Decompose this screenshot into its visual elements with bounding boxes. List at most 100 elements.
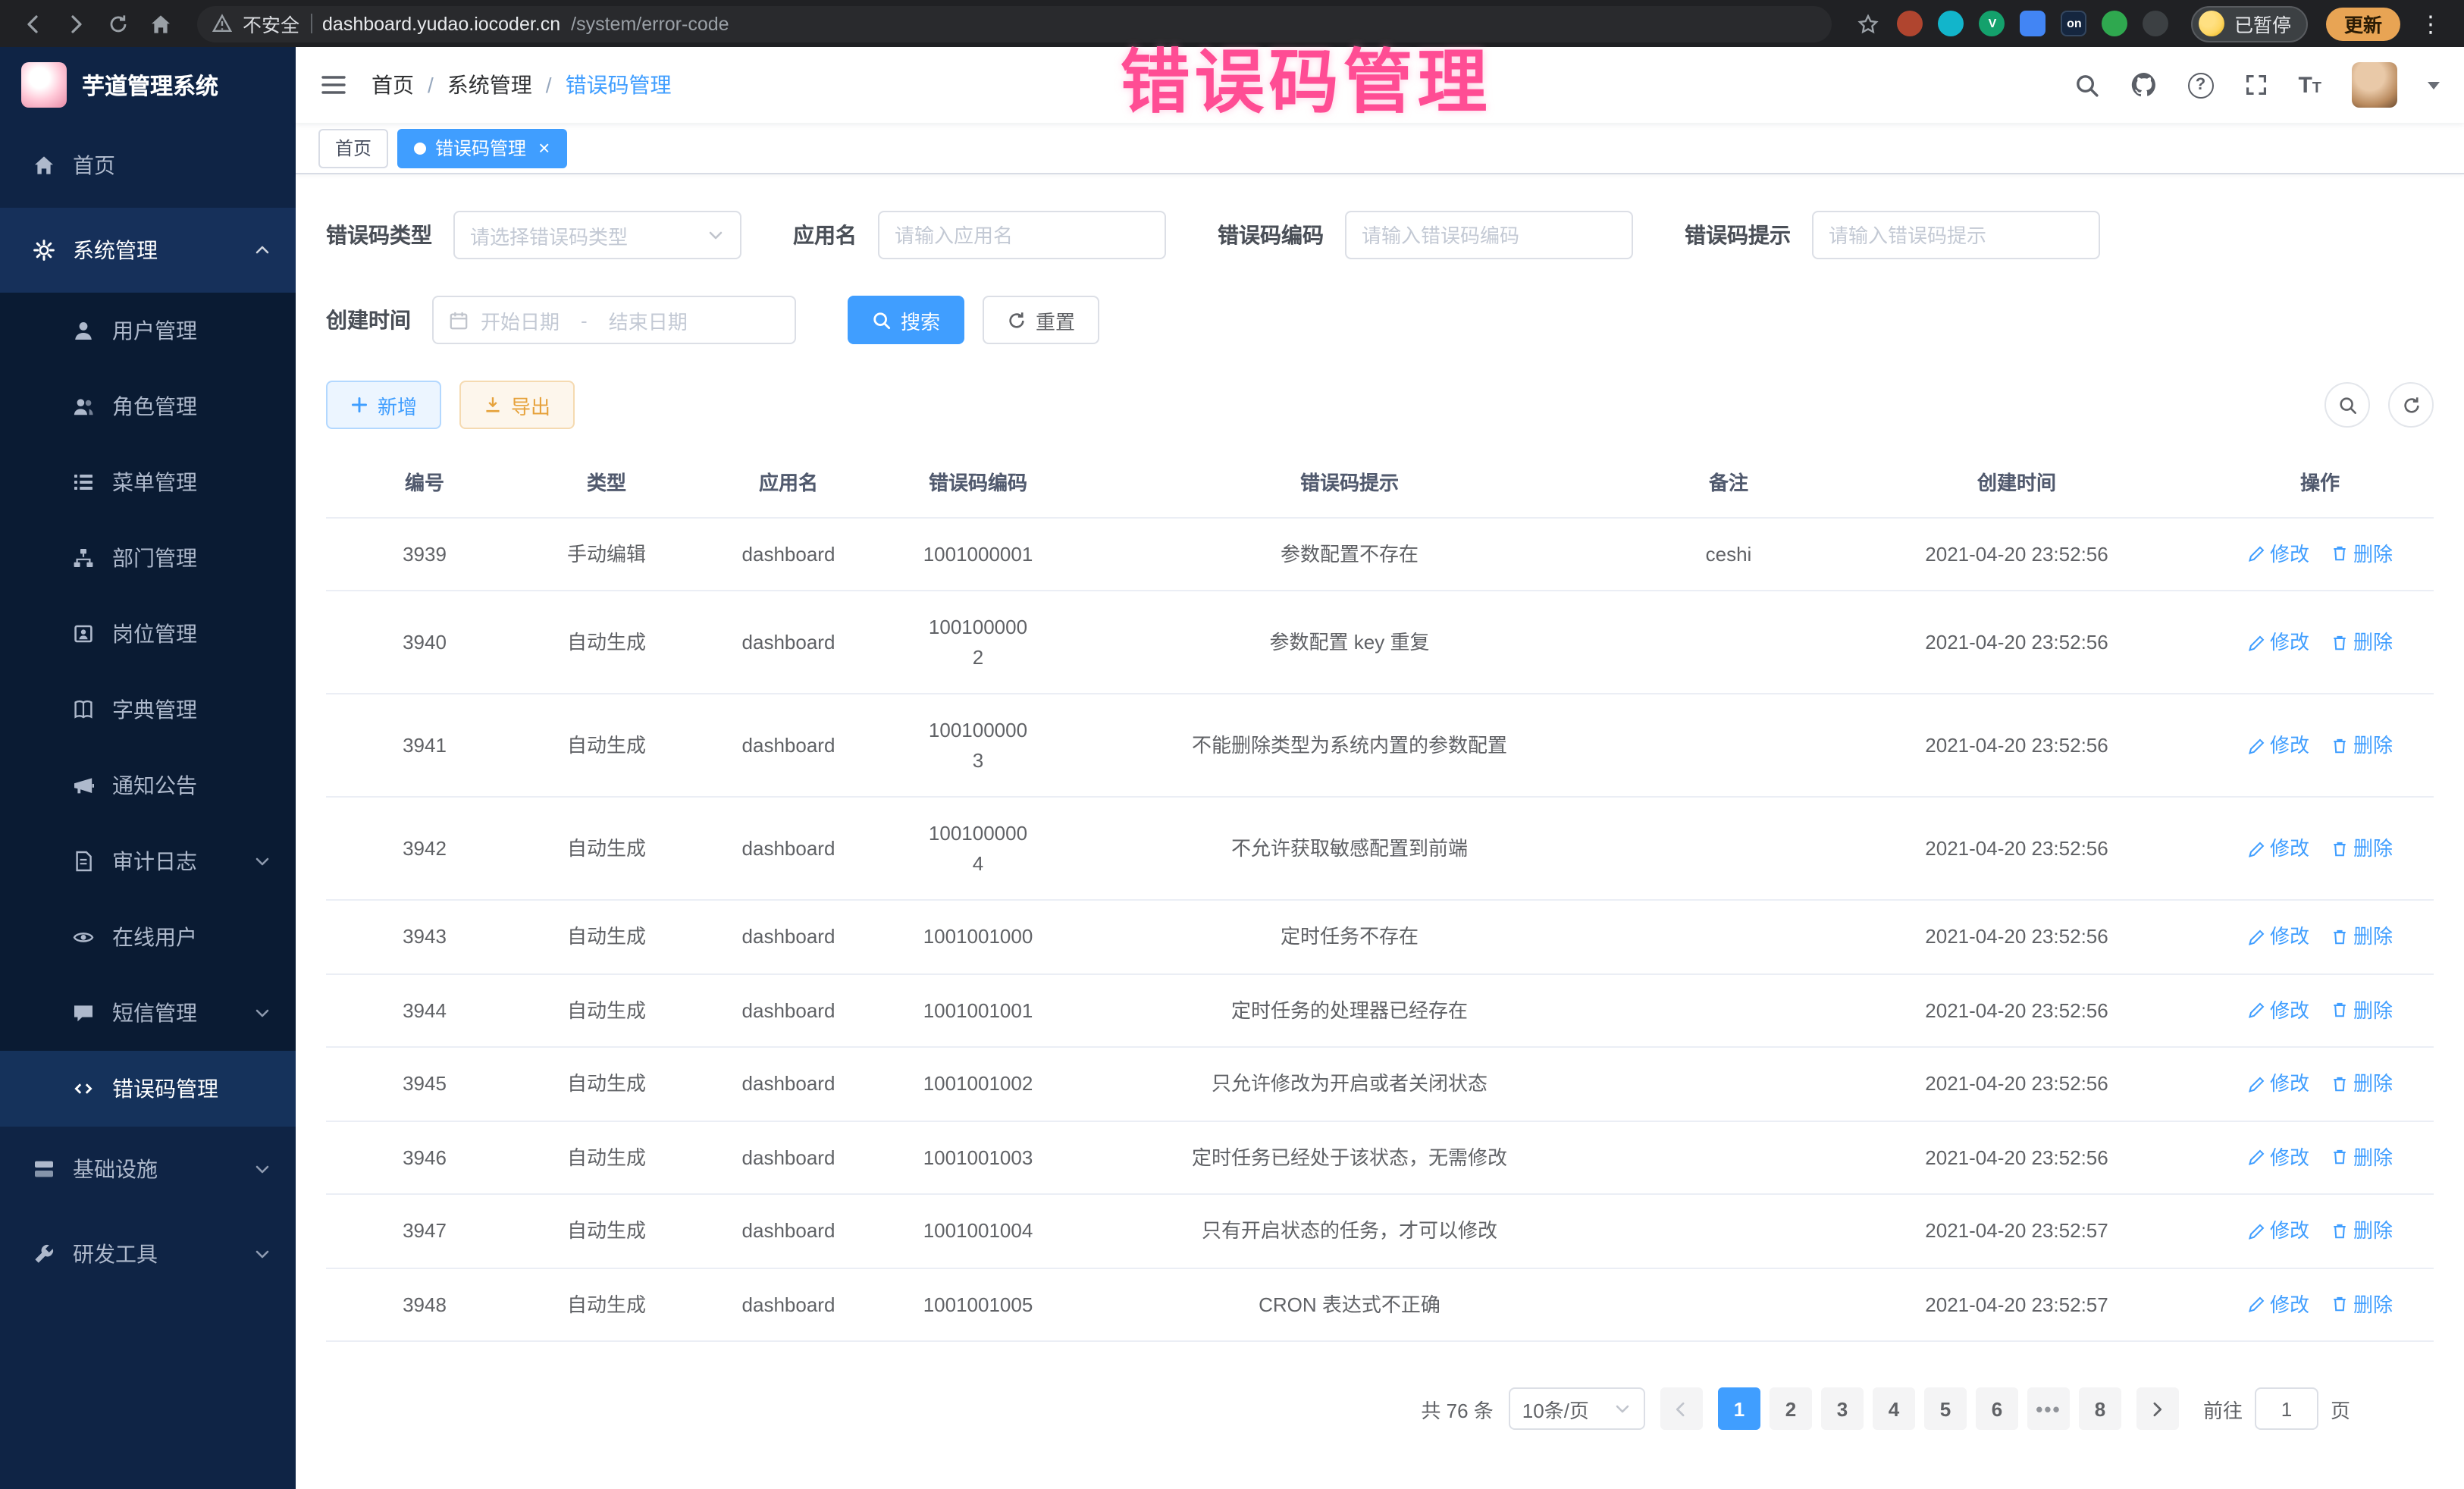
- breadcrumb-item[interactable]: 系统管理: [447, 70, 532, 100]
- sidebar-item-system[interactable]: 系统管理: [0, 208, 296, 293]
- delete-link[interactable]: 删除: [2331, 1216, 2393, 1246]
- refresh-icon[interactable]: [2388, 382, 2434, 428]
- edit-link[interactable]: 修改: [2247, 731, 2309, 760]
- extension-icon-5[interactable]: on: [2061, 11, 2087, 36]
- sidebar-item-errorcode[interactable]: 错误码管理: [0, 1051, 296, 1127]
- back-icon[interactable]: [15, 5, 52, 42]
- help-icon[interactable]: ?: [2187, 72, 2213, 98]
- sidebar-item-home[interactable]: 首页: [0, 123, 296, 208]
- pager-page[interactable]: 3: [1821, 1387, 1864, 1430]
- export-button[interactable]: 导出: [459, 381, 575, 429]
- browser-home-icon[interactable]: [143, 5, 179, 42]
- delete-link[interactable]: 删除: [2331, 995, 2393, 1025]
- delete-link[interactable]: 删除: [2331, 834, 2393, 864]
- github-icon[interactable]: [2130, 71, 2157, 99]
- error-type-select[interactable]: 请选择错误码类型: [453, 211, 741, 259]
- sidebar-item-dict[interactable]: 字典管理: [0, 672, 296, 748]
- fullscreen-icon[interactable]: [2243, 73, 2268, 97]
- sidebar-item-audit[interactable]: 审计日志: [0, 823, 296, 899]
- sidebar-item-notice[interactable]: 通知公告: [0, 748, 296, 823]
- table-body: 3939手动编辑dashboard1001000001参数配置不存在ceshi2…: [326, 518, 2434, 1342]
- breadcrumb-item[interactable]: 首页: [371, 70, 414, 100]
- sidebar-item-post[interactable]: 岗位管理: [0, 596, 296, 672]
- page: 错误码管理 不安全 dashboard.yudao.iocoder.cn/sys…: [0, 0, 2464, 1489]
- edit-link[interactable]: 修改: [2247, 922, 2309, 951]
- page-size-select[interactable]: 10条/页: [1509, 1387, 1645, 1430]
- extension-icon-3[interactable]: V: [1980, 11, 2005, 36]
- sidebar-collapse-icon[interactable]: [320, 71, 347, 99]
- cell-hint: 只允许修改为开启或者关闭状态: [1069, 1048, 1630, 1120]
- close-icon[interactable]: ×: [538, 138, 550, 158]
- extension-icon-2[interactable]: [1939, 11, 1964, 36]
- extension-icon-1[interactable]: [1898, 11, 1923, 36]
- reload-icon[interactable]: [100, 5, 136, 42]
- error-hint-input[interactable]: [1829, 224, 2083, 246]
- extension-icon-4[interactable]: [2020, 11, 2046, 36]
- pager-page[interactable]: 6: [1976, 1387, 2018, 1430]
- edit-link[interactable]: 修改: [2247, 1069, 2309, 1099]
- delete-link[interactable]: 删除: [2331, 731, 2393, 760]
- edit-link[interactable]: 修改: [2247, 995, 2309, 1025]
- bookmark-star-icon[interactable]: [1851, 5, 1887, 42]
- edit-link[interactable]: 修改: [2247, 1143, 2309, 1172]
- delete-link[interactable]: 删除: [2331, 539, 2393, 569]
- pager-page[interactable]: 2: [1770, 1387, 1812, 1430]
- caret-down-icon[interactable]: [2428, 81, 2440, 89]
- goto-page-input[interactable]: [2255, 1387, 2318, 1430]
- sidebar-item-label: 审计日志: [112, 846, 197, 876]
- pager-page[interactable]: 8: [2079, 1387, 2121, 1430]
- tab-home[interactable]: 首页: [318, 128, 388, 168]
- pager-page[interactable]: 4: [1873, 1387, 1915, 1430]
- sidebar-item-menu[interactable]: 菜单管理: [0, 444, 296, 520]
- cell-hint: 定时任务已经处于该状态，无需修改: [1069, 1121, 1630, 1193]
- date-range-picker[interactable]: 开始日期 - 结束日期: [432, 296, 796, 344]
- sidebar-item-sms[interactable]: 短信管理: [0, 975, 296, 1051]
- edit-link[interactable]: 修改: [2247, 1216, 2309, 1246]
- address-bar[interactable]: 不安全 dashboard.yudao.iocoder.cn/system/er…: [197, 5, 1832, 42]
- chevron-up-icon: [253, 241, 271, 259]
- toggle-search-icon[interactable]: [2324, 382, 2370, 428]
- pager-page[interactable]: 5: [1924, 1387, 1967, 1430]
- search-button[interactable]: 搜索: [848, 296, 964, 344]
- browser-profile-chip[interactable]: 已暂停: [2192, 5, 2308, 42]
- pager-page[interactable]: 1: [1718, 1387, 1760, 1430]
- sidebar-item-role[interactable]: 角色管理: [0, 368, 296, 444]
- edit-link[interactable]: 修改: [2247, 1290, 2309, 1319]
- sidebar-item-dept[interactable]: 部门管理: [0, 520, 296, 596]
- cell-remark: ceshi: [1630, 518, 1827, 590]
- column-header: 操作: [2206, 450, 2434, 516]
- extension-icon-6[interactable]: [2102, 11, 2128, 36]
- edit-link[interactable]: 修改: [2247, 834, 2309, 864]
- kebab-menu-icon[interactable]: ⋮: [2412, 5, 2449, 42]
- cell-code: 1001000001: [887, 518, 1069, 590]
- app-logo[interactable]: 芋道管理系统: [0, 47, 296, 123]
- update-button[interactable]: 更新: [2326, 7, 2400, 40]
- infra-icon: [33, 1158, 55, 1180]
- add-button[interactable]: 新增: [326, 381, 441, 429]
- user-avatar[interactable]: [2352, 62, 2397, 108]
- delete-link[interactable]: 删除: [2331, 1143, 2393, 1172]
- pager-more[interactable]: •••: [2027, 1387, 2070, 1430]
- extension-icon-7[interactable]: [2143, 11, 2169, 36]
- app-name-input[interactable]: [895, 224, 1149, 246]
- reset-button[interactable]: 重置: [983, 296, 1099, 344]
- delete-link[interactable]: 删除: [2331, 1069, 2393, 1099]
- sidebar-item-user[interactable]: 用户管理: [0, 293, 296, 368]
- delete-link[interactable]: 删除: [2331, 922, 2393, 951]
- next-page-button[interactable]: [2136, 1387, 2179, 1430]
- delete-link[interactable]: 删除: [2331, 1290, 2393, 1319]
- tab-error-code[interactable]: 错误码管理 ×: [397, 128, 566, 168]
- filter-code-label: 错误码编码: [1218, 220, 1324, 250]
- search-icon[interactable]: [2074, 72, 2099, 98]
- sidebar-item-online[interactable]: 在线用户: [0, 899, 296, 975]
- cell-app: dashboard: [690, 694, 887, 796]
- sidebar-item-infra[interactable]: 基础设施: [0, 1127, 296, 1212]
- edit-link[interactable]: 修改: [2247, 628, 2309, 657]
- forward-icon[interactable]: [58, 5, 94, 42]
- delete-link[interactable]: 删除: [2331, 628, 2393, 657]
- prev-page-button[interactable]: [1660, 1387, 1703, 1430]
- error-code-input[interactable]: [1362, 224, 1616, 246]
- font-size-icon[interactable]: TT: [2298, 74, 2321, 96]
- sidebar-item-tools[interactable]: 研发工具: [0, 1212, 296, 1296]
- edit-link[interactable]: 修改: [2247, 539, 2309, 569]
